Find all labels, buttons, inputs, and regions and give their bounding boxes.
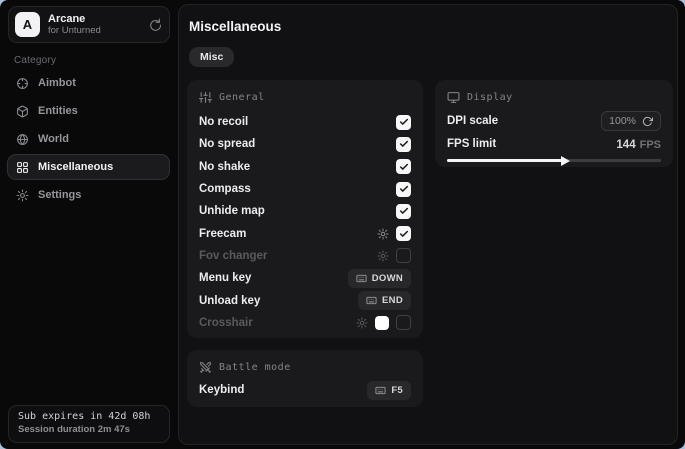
setting-label: Crosshair: [199, 317, 253, 329]
no-spread-checkbox[interactable]: [396, 137, 411, 152]
main-panel: Miscellaneous Misc General No recoil No …: [178, 4, 678, 445]
battle-mode-card-header: Battle mode: [199, 361, 291, 374]
session-duration-text: Session duration 2m 47s: [18, 424, 160, 435]
box-icon: [16, 105, 29, 118]
crosshair-color-swatch[interactable]: [375, 316, 389, 330]
battle-keybind-badge[interactable]: F5: [367, 381, 411, 400]
setting-label: Unload key: [199, 295, 260, 307]
sidebar-item-miscellaneous[interactable]: Miscellaneous: [7, 154, 170, 180]
setting-row-unhide-map: Unhide map: [199, 200, 411, 222]
setting-label: Freecam: [199, 228, 246, 240]
crosshair-checkbox[interactable]: [396, 315, 411, 330]
setting-row-menu-key: Menu key DOWN: [199, 267, 411, 289]
keyboard-icon: [356, 273, 367, 284]
fov-changer-settings-gear-icon[interactable]: [377, 250, 389, 262]
keybind-value: DOWN: [372, 273, 403, 284]
keybind-row: Keybind F5: [199, 380, 411, 400]
monitor-icon: [447, 91, 460, 104]
freecam-settings-gear-icon[interactable]: [377, 228, 389, 240]
keyboard-icon: [375, 385, 386, 396]
setting-row-no-shake: No shake: [199, 156, 411, 178]
setting-row-crosshair: Crosshair: [199, 312, 411, 334]
sidebar-item-aimbot[interactable]: Aimbot: [7, 70, 170, 96]
fps-limit-label: FPS limit: [447, 138, 496, 150]
app-header-card: A Arcane for Unturned: [8, 6, 170, 43]
display-card: Display DPI scale 100% FPS limit 144FPS: [435, 80, 673, 167]
freecam-checkbox[interactable]: [396, 226, 411, 241]
keybind-label: Keybind: [199, 384, 244, 396]
category-label: Category: [14, 55, 56, 66]
setting-row-unload-key: Unload key END: [199, 289, 411, 311]
sidebar-item-label: World: [38, 133, 69, 145]
sidebar-item-entities[interactable]: Entities: [7, 98, 170, 124]
setting-row-freecam: Freecam: [199, 222, 411, 244]
setting-row-no-recoil: No recoil: [199, 111, 411, 133]
dpi-scale-label: DPI scale: [447, 115, 498, 127]
general-card-title: General: [219, 92, 265, 103]
app-logo: A: [15, 12, 40, 37]
setting-row-compass: Compass: [199, 178, 411, 200]
display-card-header: Display: [447, 91, 513, 104]
sidebar-item-label: Miscellaneous: [38, 161, 113, 173]
sidebar-item-label: Aimbot: [38, 77, 76, 89]
setting-label: Unhide map: [199, 205, 265, 217]
battle-mode-card: Battle mode Keybind F5: [187, 350, 423, 407]
general-rows: No recoil No spread No shake Compass Unh: [199, 111, 411, 334]
keybind-value: F5: [391, 385, 403, 396]
fov-changer-checkbox[interactable]: [396, 248, 411, 263]
general-card-header: General: [199, 91, 265, 104]
slider-handle[interactable]: [561, 156, 570, 166]
sidebar-item-settings[interactable]: Settings: [7, 182, 170, 208]
page-title: Miscellaneous: [189, 19, 281, 34]
setting-label: Menu key: [199, 272, 251, 284]
sub-expiry-text: Sub expires in 42d 08h: [18, 411, 160, 422]
keyboard-icon: [366, 295, 377, 306]
sidebar-item-label: Settings: [38, 189, 81, 201]
app-titles: Arcane for Unturned: [48, 13, 148, 37]
setting-label: Compass: [199, 183, 251, 195]
crosshair-icon: [16, 77, 29, 90]
layout-grid-icon: [16, 161, 29, 174]
setting-row-fov-changer: Fov changer: [199, 245, 411, 267]
reset-icon[interactable]: [642, 116, 653, 127]
compass-checkbox[interactable]: [396, 182, 411, 197]
crosshair-settings-gear-icon[interactable]: [356, 317, 368, 329]
general-card: General No recoil No spread No shake Com…: [187, 80, 423, 338]
subscription-status-card: Sub expires in 42d 08h Session duration …: [8, 405, 170, 443]
tab-misc[interactable]: Misc: [189, 47, 234, 67]
fps-limit-slider[interactable]: [447, 159, 661, 162]
display-card-title: Display: [467, 92, 513, 103]
dpi-scale-row: DPI scale 100%: [447, 110, 661, 132]
menu-key-keybind-badge[interactable]: DOWN: [348, 269, 411, 288]
no-recoil-checkbox[interactable]: [396, 115, 411, 130]
setting-label: No recoil: [199, 116, 248, 128]
unload-key-keybind-badge[interactable]: END: [358, 291, 411, 310]
sidebar-nav: Aimbot Entities World Miscellaneous Sett…: [7, 70, 170, 210]
fps-limit-row: FPS limit 144FPS: [447, 134, 661, 154]
gear-icon: [16, 189, 29, 202]
battle-mode-card-title: Battle mode: [219, 362, 291, 373]
app-window: A Arcane for Unturned Category Aimbot En…: [0, 0, 685, 449]
setting-label: No spread: [199, 138, 255, 150]
dpi-scale-value: 100%: [609, 115, 636, 127]
setting-label: No shake: [199, 161, 250, 173]
keybind-value: END: [382, 295, 403, 306]
swords-icon: [199, 361, 212, 374]
setting-label: Fov changer: [199, 250, 267, 262]
fps-limit-value: 144FPS: [616, 135, 661, 153]
dpi-scale-input[interactable]: 100%: [601, 111, 661, 131]
sidebar-item-label: Entities: [38, 105, 78, 117]
app-name: Arcane: [48, 13, 148, 25]
sidebar-item-world[interactable]: World: [7, 126, 170, 152]
app-subtitle: for Unturned: [48, 26, 148, 36]
unhide-map-checkbox[interactable]: [396, 204, 411, 219]
sliders-icon: [199, 91, 212, 104]
slider-fill: [447, 159, 565, 162]
setting-row-no-spread: No spread: [199, 133, 411, 155]
globe-icon: [16, 133, 29, 146]
sync-icon[interactable]: [148, 18, 161, 31]
no-shake-checkbox[interactable]: [396, 159, 411, 174]
sidebar: A Arcane for Unturned Category Aimbot En…: [0, 0, 178, 449]
